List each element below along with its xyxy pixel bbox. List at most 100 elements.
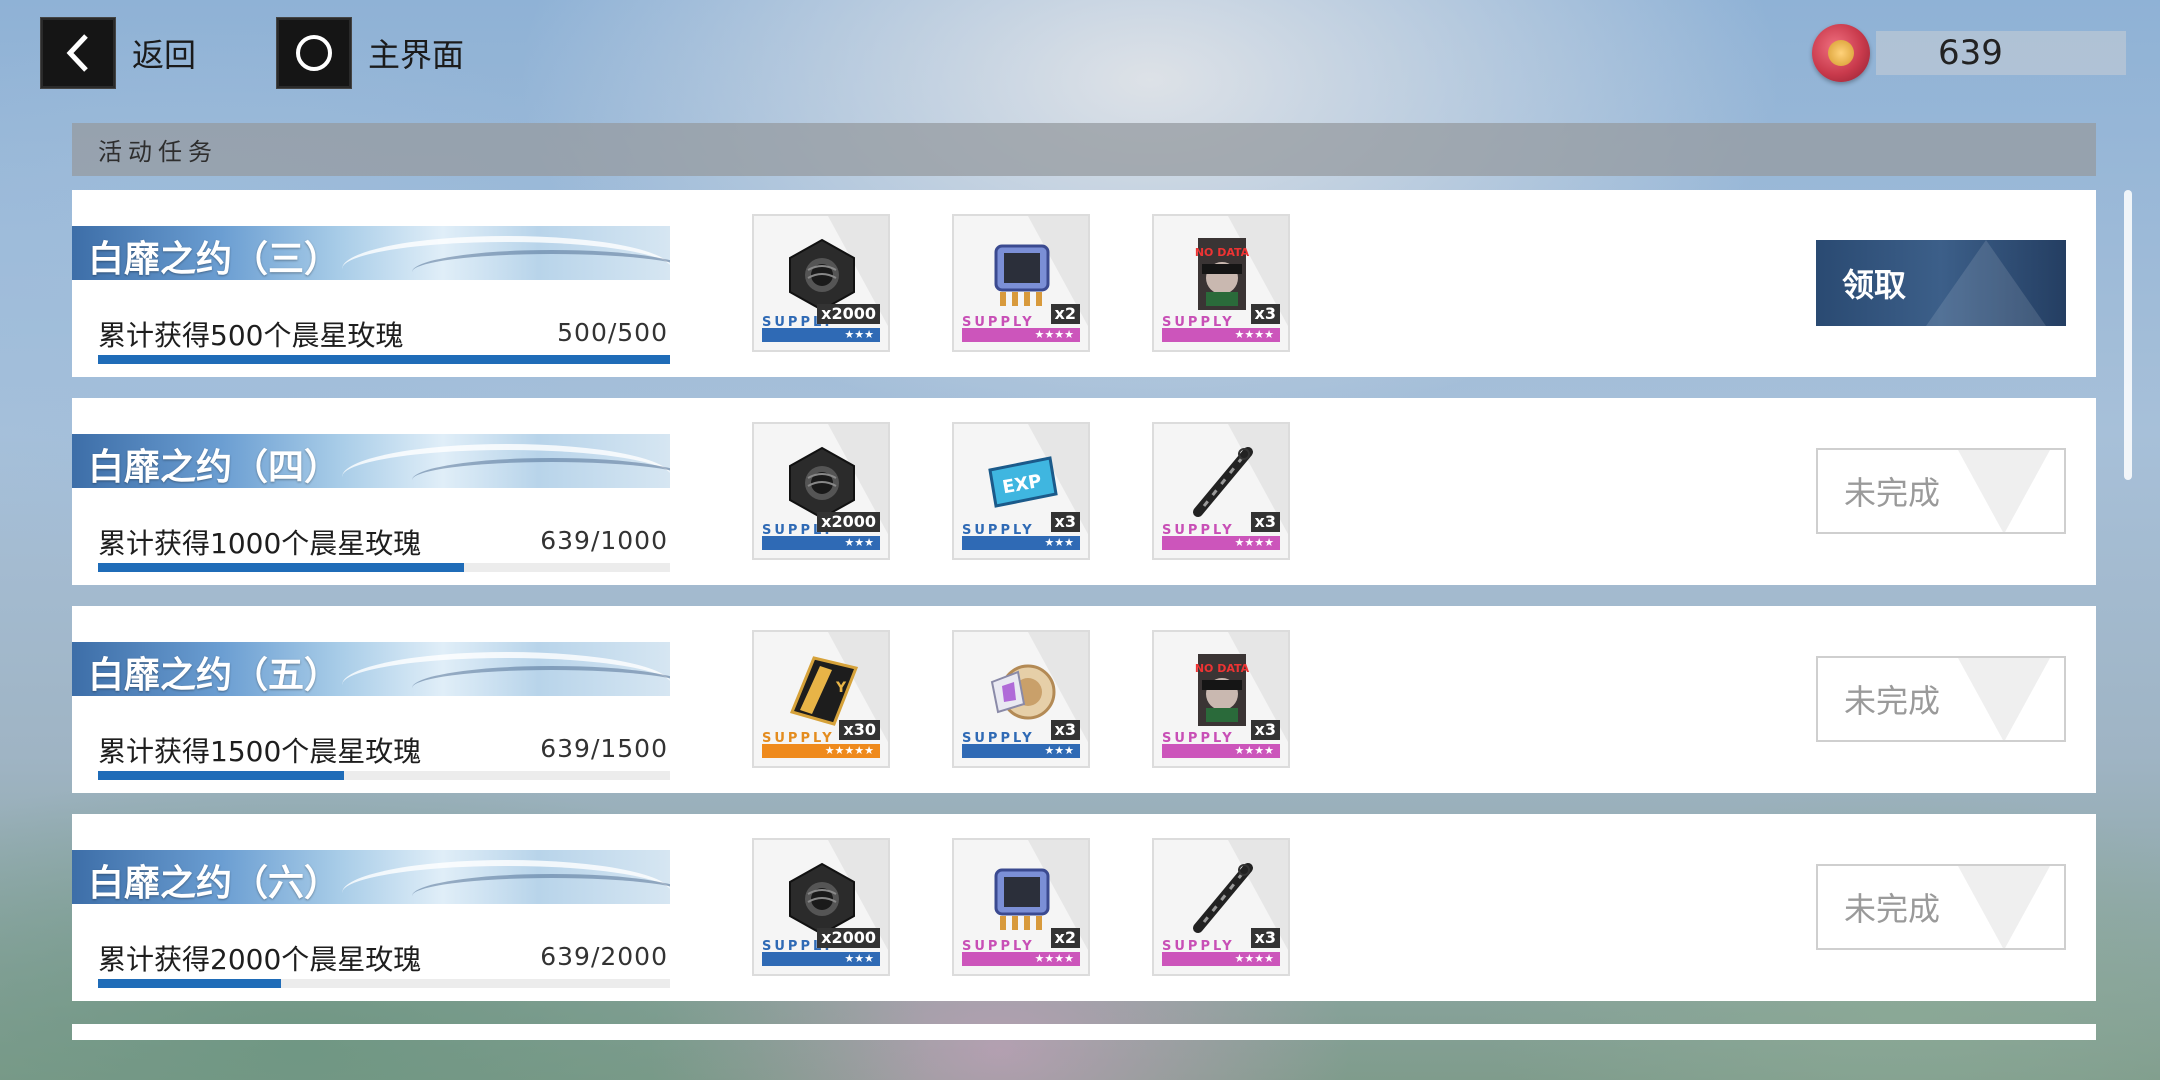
hex-nut-icon (784, 236, 860, 312)
task-banner: 白靡之约（六） (72, 850, 670, 904)
hex-nut-icon (784, 444, 860, 520)
svg-text:Y: Y (835, 680, 847, 696)
task-title: 白靡之约（六） (88, 863, 341, 904)
home-label: 主界面 (368, 36, 465, 74)
back-label: 返回 (132, 36, 197, 74)
wax-seal-rose-icon (1812, 24, 1870, 82)
task-card: 白靡之约（五） 累计获得1500个晨星玫瑰 639/1500 Y SUPPLY … (72, 606, 2096, 793)
reward-item[interactable]: NO DATA SUPPLY x3 ★★★★ (1152, 214, 1290, 352)
action-label: 领取 (1842, 266, 1907, 304)
task-title: 白靡之约（三） (88, 239, 341, 280)
reward-quantity: x3 (1250, 928, 1280, 948)
action-label: 未完成 (1844, 474, 1941, 512)
reward-item[interactable]: SUPPLY x3 ★★★★ (1152, 838, 1290, 976)
section-title: 活动任务 (98, 138, 218, 166)
reward-rarity-stars: ★★★★★ (762, 744, 880, 758)
reward-rarity-stars: ★★★ (962, 536, 1080, 550)
reward-item[interactable]: SUPPLY x3 ★★★ (952, 630, 1090, 768)
section-header: 活动任务 (72, 123, 2096, 176)
reward-rarity-stars: ★★★★ (962, 952, 1080, 966)
reward-item[interactable]: SUPPLY x2000 ★★★ (752, 838, 890, 976)
reward-quantity: x30 (839, 720, 880, 740)
task-card: 白靡之约（四） 累计获得1000个晨星玫瑰 639/1000 SUPPLY x2… (72, 398, 2096, 585)
reward-quantity: x3 (1050, 720, 1080, 740)
reward-item[interactable]: SUPPLY x2 ★★★★ (952, 838, 1090, 976)
task-description: 累计获得2000个晨星玫瑰 (98, 943, 422, 976)
task-progress-text: 639/1500 (540, 734, 668, 763)
reward-quantity: x2000 (817, 928, 880, 948)
task-title: 白靡之约（五） (88, 655, 341, 696)
reward-rarity-stars: ★★★ (962, 744, 1080, 758)
pen-icon (1184, 860, 1260, 936)
task-progress-text: 639/1000 (540, 526, 668, 555)
pen-icon (1184, 444, 1260, 520)
task-description: 累计获得1500个晨星玫瑰 (98, 735, 422, 768)
chevron-left-icon (40, 17, 116, 89)
reward-item[interactable]: SUPPLY x2000 ★★★ (752, 214, 890, 352)
hex-nut-icon (784, 860, 860, 936)
no-data-card-icon: NO DATA (1184, 236, 1260, 312)
task-banner: 白靡之约（五） (72, 642, 670, 696)
task-progress-fill (98, 355, 670, 364)
reward-item[interactable]: EXP SUPPLY x3 ★★★ (952, 422, 1090, 560)
home-button[interactable]: 主界面 (276, 17, 465, 89)
reward-rarity-stars: ★★★★ (962, 328, 1080, 342)
reward-item[interactable]: SUPPLY x2 ★★★★ (952, 214, 1090, 352)
incomplete-button[interactable]: 未完成 (1816, 864, 2066, 950)
task-progress-bar (98, 355, 670, 364)
reward-item[interactable]: SUPPLY x3 ★★★★ (1152, 422, 1290, 560)
reward-rarity-stars: ★★★ (762, 952, 880, 966)
reward-quantity: x3 (1050, 512, 1080, 532)
gold-card-icon: Y (784, 652, 860, 728)
claim-button[interactable]: 领取 (1816, 240, 2066, 326)
reward-rarity-stars: ★★★★ (1162, 744, 1280, 758)
task-progress-fill (98, 979, 282, 988)
task-description: 累计获得1000个晨星玫瑰 (98, 527, 422, 560)
task-progress-fill (98, 563, 465, 572)
svg-text:NO DATA: NO DATA (1195, 246, 1250, 259)
core-device-icon (984, 652, 1060, 728)
reward-quantity: x2 (1050, 928, 1080, 948)
reward-rarity-stars: ★★★★ (1162, 536, 1280, 550)
reward-quantity: x3 (1250, 512, 1280, 532)
task-card: 白靡之约（三） 累计获得500个晨星玫瑰 500/500 SUPPLY x200… (72, 190, 2096, 377)
task-progress-bar (98, 979, 670, 988)
exp-ticket-icon: EXP (984, 444, 1060, 520)
task-progress-bar (98, 771, 670, 780)
action-label: 未完成 (1844, 682, 1941, 720)
svg-text:NO DATA: NO DATA (1195, 662, 1250, 675)
task-description: 累计获得500个晨星玫瑰 (98, 319, 404, 352)
reward-item[interactable]: SUPPLY x2000 ★★★ (752, 422, 890, 560)
chip-icon (984, 236, 1060, 312)
reward-quantity: x2 (1050, 304, 1080, 324)
incomplete-button[interactable]: 未完成 (1816, 656, 2066, 742)
reward-quantity: x3 (1250, 720, 1280, 740)
reward-quantity: x2000 (817, 304, 880, 324)
incomplete-button[interactable]: 未完成 (1816, 448, 2066, 534)
task-progress-bar (98, 563, 670, 572)
next-task-card-peek (72, 1024, 2096, 1040)
task-title: 白靡之约（四） (88, 447, 341, 488)
back-button[interactable]: 返回 (40, 17, 197, 89)
chip-icon (984, 860, 1060, 936)
reward-quantity: x2000 (817, 512, 880, 532)
task-banner: 白靡之约（四） (72, 434, 670, 488)
circle-home-icon (276, 17, 352, 89)
currency-value: 639 (1876, 31, 2126, 75)
task-card: 白靡之约（六） 累计获得2000个晨星玫瑰 639/2000 SUPPLY x2… (72, 814, 2096, 1001)
reward-item[interactable]: NO DATA SUPPLY x3 ★★★★ (1152, 630, 1290, 768)
reward-rarity-stars: ★★★★ (1162, 952, 1280, 966)
reward-item[interactable]: Y SUPPLY x30 ★★★★★ (752, 630, 890, 768)
reward-rarity-stars: ★★★ (762, 536, 880, 550)
action-label: 未完成 (1844, 890, 1941, 928)
task-progress-fill (98, 771, 344, 780)
task-progress-text: 500/500 (557, 318, 668, 347)
reward-rarity-stars: ★★★★ (1162, 328, 1280, 342)
no-data-card-icon: NO DATA (1184, 652, 1260, 728)
currency-display: 639 (1812, 24, 2126, 82)
reward-quantity: x3 (1250, 304, 1280, 324)
task-banner: 白靡之约（三） (72, 226, 670, 280)
scrollbar[interactable] (2124, 190, 2132, 480)
reward-rarity-stars: ★★★ (762, 328, 880, 342)
task-progress-text: 639/2000 (540, 942, 668, 971)
